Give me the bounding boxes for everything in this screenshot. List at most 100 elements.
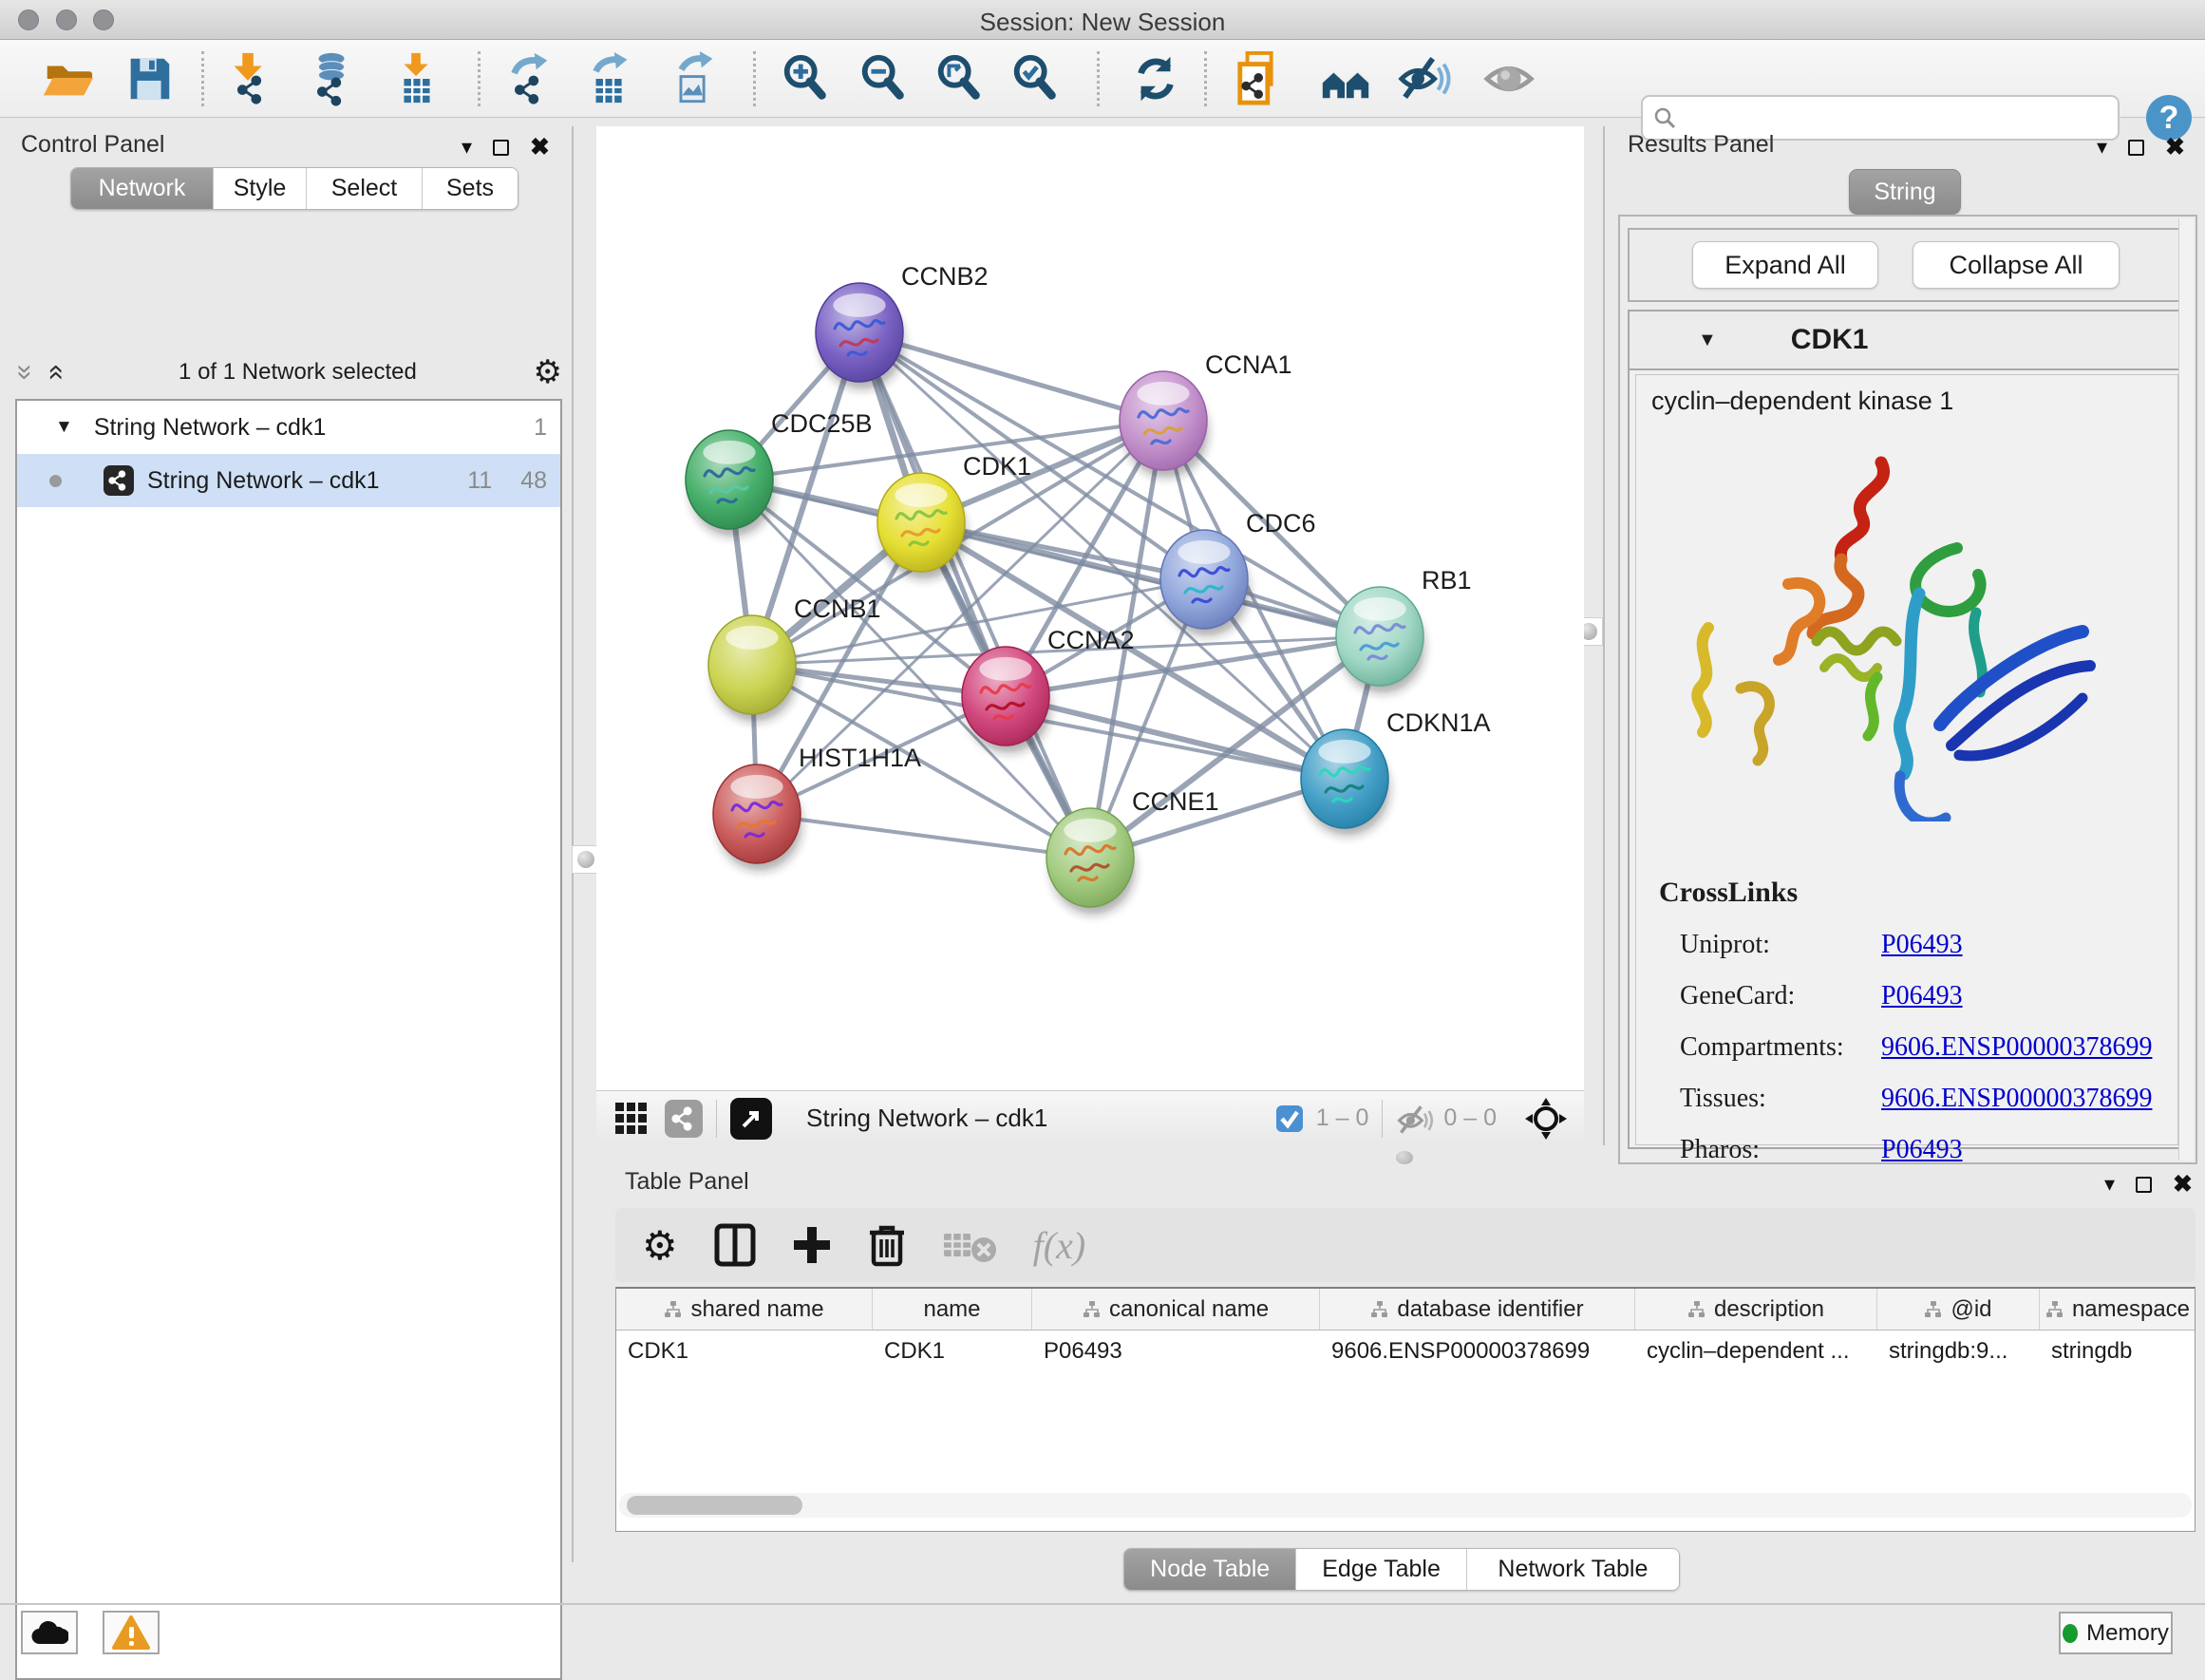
crosslink-value-link[interactable]: P06493: [1881, 981, 1963, 1011]
crosslink-value-link[interactable]: P06493: [1881, 1135, 1963, 1165]
show-columns-icon[interactable]: [714, 1223, 756, 1267]
window-title: Session: New Session: [0, 8, 2205, 37]
zoom-fit-icon[interactable]: [933, 51, 988, 106]
collapse-all-button[interactable]: Collapse All: [1913, 241, 2120, 289]
network-options-bar: » » 1 of 1 Network selected ⚙: [17, 351, 562, 393]
export-network-icon[interactable]: [501, 51, 556, 106]
close-panel-icon[interactable]: ✖: [2173, 1170, 2193, 1199]
float-panel-icon[interactable]: ▾: [2097, 135, 2107, 160]
crosslink-value-link[interactable]: 9606.ENSP00000378699: [1881, 1032, 2152, 1063]
network-view-canvas[interactable]: CCNB2CCNA1CDC25BCDK1CDC6RB1CCNB1CCNA2CDK…: [596, 126, 1584, 1090]
table-cell[interactable]: 9606.ENSP00000378699: [1320, 1331, 1635, 1374]
export-image-icon[interactable]: [667, 51, 722, 106]
table-cell[interactable]: P06493: [1032, 1331, 1320, 1374]
float-panel-icon[interactable]: ▾: [462, 135, 472, 160]
maximize-panel-icon[interactable]: [493, 140, 509, 156]
tab-network-table[interactable]: Network Table: [1467, 1549, 1679, 1590]
crosslink-value-link[interactable]: 9606.ENSP00000378699: [1881, 1084, 2152, 1114]
table-options-gear-icon[interactable]: ⚙: [642, 1222, 678, 1269]
expand-all-networks-icon[interactable]: »: [40, 365, 68, 381]
tab-network[interactable]: Network: [71, 168, 214, 209]
results-panel-window-buttons: ▾ ✖: [2097, 133, 2185, 161]
detach-view-icon[interactable]: [730, 1098, 772, 1140]
table-cell[interactable]: CDK1: [616, 1331, 873, 1374]
table-cell[interactable]: CDK1: [873, 1331, 1032, 1374]
save-session-icon[interactable]: [122, 51, 177, 106]
expand-all-button[interactable]: Expand All: [1692, 241, 1878, 289]
grid-view-icon[interactable]: [613, 1101, 650, 1137]
hide-selected-icon[interactable]: [1396, 51, 1451, 106]
float-panel-icon[interactable]: ▾: [2104, 1172, 2115, 1197]
network-node-CCNE1[interactable]: [1046, 808, 1135, 915]
tab-edge-table[interactable]: Edge Table: [1296, 1549, 1466, 1590]
birds-eye-view-icon[interactable]: [1523, 1096, 1569, 1142]
network-node-CDC25B[interactable]: [686, 430, 774, 537]
table-panel-title: Table Panel: [625, 1168, 749, 1196]
delete-column-icon[interactable]: [868, 1223, 906, 1267]
close-panel-icon[interactable]: ✖: [2165, 133, 2185, 161]
column-header-shared-name[interactable]: shared name: [616, 1289, 873, 1330]
collapse-all-networks-icon[interactable]: »: [10, 365, 39, 381]
warnings-button[interactable]: [103, 1611, 160, 1654]
add-column-icon[interactable]: [792, 1225, 832, 1265]
zoom-in-icon[interactable]: [779, 51, 834, 106]
network-row[interactable]: String Network – cdk1 11 48: [17, 454, 560, 507]
table-cell[interactable]: cyclin–dependent ...: [1635, 1331, 1877, 1374]
selected-checkbox-icon[interactable]: [1274, 1104, 1305, 1134]
first-neighbors-icon[interactable]: [1318, 51, 1373, 106]
open-session-icon[interactable]: [40, 51, 95, 106]
close-panel-icon[interactable]: ✖: [530, 133, 550, 161]
table-cell[interactable]: stringdb: [2040, 1331, 2196, 1374]
column-header-name[interactable]: name: [873, 1289, 1032, 1330]
refresh-icon[interactable]: [1128, 51, 1183, 106]
right-splitter[interactable]: [1603, 126, 1605, 1145]
maximize-panel-icon[interactable]: [2128, 140, 2144, 156]
maximize-panel-icon[interactable]: [2136, 1177, 2152, 1193]
network-edge-HIST1H1A-CCNE1[interactable]: [757, 814, 1090, 858]
network-list: ▼ String Network – cdk1 1 String Network…: [15, 399, 562, 1680]
import-network-from-file-icon[interactable]: [222, 51, 277, 106]
column-header-namespace[interactable]: namespace: [2040, 1289, 2196, 1330]
crosslink-value-link[interactable]: P06493: [1881, 930, 1963, 960]
collection-expand-icon[interactable]: ▼: [55, 417, 73, 438]
gene-card-header[interactable]: ▼ CDK1: [1630, 311, 2184, 370]
network-collection-row[interactable]: ▼ String Network – cdk1 1: [17, 401, 560, 454]
show-all-icon[interactable]: [1483, 51, 1538, 106]
column-header--id[interactable]: @id: [1877, 1289, 2040, 1330]
memory-button[interactable]: Memory: [2059, 1612, 2173, 1654]
clone-network-icon[interactable]: [1234, 51, 1290, 106]
column-header-database-identifier[interactable]: database identifier: [1320, 1289, 1635, 1330]
network-node-CDK1[interactable]: [877, 473, 966, 579]
tab-sets[interactable]: Sets: [423, 168, 518, 209]
import-table-from-file-icon[interactable]: [389, 51, 444, 106]
collapse-gene-icon[interactable]: ▼: [1698, 330, 1717, 351]
table-row[interactable]: CDK1CDK1P064939606.ENSP00000378699cyclin…: [616, 1331, 2195, 1374]
tab-style[interactable]: Style: [214, 168, 307, 209]
left-splitter[interactable]: [572, 126, 574, 1562]
cloud-status-button[interactable]: [21, 1611, 78, 1654]
gear-icon[interactable]: ⚙: [534, 353, 562, 391]
network-share-view-icon[interactable]: [665, 1100, 703, 1138]
network-edge-CCNB2-CCNE1[interactable]: [859, 332, 1090, 858]
network-edge-CCNB2-CCNA1[interactable]: [859, 332, 1163, 421]
tab-select[interactable]: Select: [307, 168, 423, 209]
network-node-RB1[interactable]: [1336, 587, 1424, 693]
network-node-CCNA1[interactable]: [1120, 371, 1208, 478]
column-header-canonical-name[interactable]: canonical name: [1032, 1289, 1320, 1330]
tab-node-table[interactable]: Node Table: [1124, 1549, 1296, 1590]
zoom-out-icon[interactable]: [857, 51, 912, 106]
network-node-CCNB1[interactable]: [708, 615, 797, 722]
export-table-icon[interactable]: [583, 51, 638, 106]
tab-string[interactable]: String: [1849, 169, 1961, 215]
network-node-CCNB2[interactable]: [816, 283, 904, 389]
import-network-from-database-icon[interactable]: [304, 51, 359, 106]
column-header-description[interactable]: description: [1635, 1289, 1877, 1330]
network-node-HIST1H1A[interactable]: [713, 764, 801, 871]
zoom-selected-icon[interactable]: [1008, 51, 1064, 106]
table-cell[interactable]: stringdb:9...: [1877, 1331, 2040, 1374]
network-node-CDKN1A[interactable]: [1301, 729, 1389, 836]
network-edge-count: 48: [520, 467, 547, 495]
table-hscrollbar[interactable]: [619, 1493, 2192, 1518]
table-hscrollbar-thumb[interactable]: [627, 1496, 802, 1515]
results-panel-scrollbar[interactable]: [2178, 218, 2194, 1161]
